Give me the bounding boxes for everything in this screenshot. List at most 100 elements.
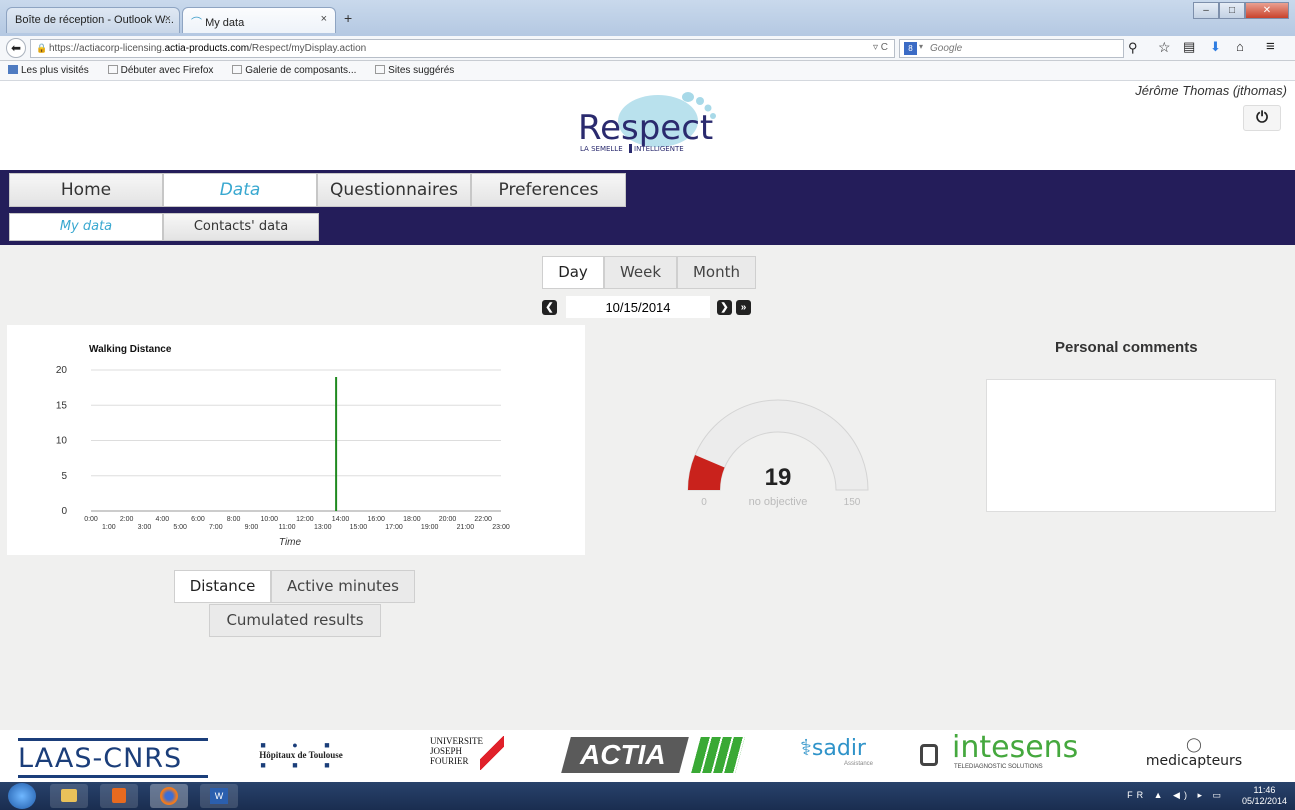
bookmarks-menu-icon[interactable]: ▤ (1183, 39, 1195, 55)
browser-tab-bar: Boîte de réception - Outlook W... × ⌒ My… (0, 0, 1295, 36)
personal-comments-input[interactable] (986, 379, 1276, 512)
sponsors-footer: LAAS-CNRS ■ ● ■ Hôpitaux de Toulouse ■ ■… (0, 730, 1295, 782)
logo-tagline-right: INTELLIGENTE (634, 145, 684, 153)
os-taskbar: W FR ▲ ◀) ▸ ▭ 11:46 05/12/2014 (0, 782, 1295, 810)
cumulated-results-button[interactable]: Cumulated results (209, 604, 381, 637)
period-day-button[interactable]: Day (542, 256, 604, 289)
x-tick-label: 21:00 (457, 524, 475, 531)
y-tick-label: 15 (56, 400, 68, 411)
distance-gauge: 19 no objective 0 150 (687, 399, 869, 508)
x-tick-label: 0:00 (84, 516, 98, 523)
tab-label: Boîte de réception - Outlook W... (15, 14, 174, 26)
x-tick-label: 4:00 (155, 516, 169, 523)
hamburger-menu-icon[interactable]: ≡ (1266, 38, 1275, 55)
bookmark-gallery[interactable]: Galerie de composants... (232, 65, 364, 76)
x-tick-label: 20:00 (439, 516, 457, 523)
page-header: Jérôme Thomas (jthomas) ⏻ Respect LA SEM… (0, 81, 1295, 170)
tab-questionnaires[interactable]: Questionnaires (317, 173, 471, 207)
hopitaux-toulouse-text: Hôpitaux de Toulouse (259, 750, 343, 760)
x-tick-label: 6:00 (191, 516, 205, 523)
x-tick-label: 2:00 (120, 516, 134, 523)
bookmark-most-visited[interactable]: Les plus visités (8, 65, 97, 76)
word-icon[interactable]: W (200, 784, 238, 808)
y-tick-label: 10 (56, 436, 68, 447)
bookmark-getting-started[interactable]: Débuter avec Firefox (107, 65, 222, 76)
gauge-max: 150 (844, 497, 861, 508)
x-tick-label: 13:00 (314, 524, 332, 531)
x-tick-label: 5:00 (173, 524, 187, 531)
hopitaux-toulouse-logo: ■ ● ■ Hôpitaux de Toulouse ■ ■ ■ (246, 740, 356, 770)
home-icon[interactable]: ⌂ (1236, 39, 1244, 54)
chart-title: Walking Distance (89, 344, 172, 355)
page-icon (375, 65, 386, 74)
asadir-logo: ⚕sadir Assistance (800, 736, 874, 767)
start-button-icon[interactable] (8, 783, 36, 809)
close-tab-icon[interactable]: × (165, 13, 171, 25)
browser-tab-my-data[interactable]: ⌒ My data × (182, 7, 336, 33)
ujf-logo: UNIVERSITE JOSEPH FOURIER (430, 736, 510, 770)
walking-distance-chart-panel: Walking Distance 0 5 10 15 20 0:00 2:00 4:00 6:00… (7, 325, 585, 555)
logout-button[interactable]: ⏻ (1243, 105, 1281, 131)
system-tray: FR ▲ ◀) ▸ ▭ (1127, 790, 1225, 800)
tab-home[interactable]: Home (9, 173, 163, 207)
subtab-my-data[interactable]: My data (9, 213, 163, 241)
period-month-button[interactable]: Month (677, 256, 756, 289)
back-arrow-icon[interactable]: ⬅ (6, 38, 26, 58)
active-minutes-button[interactable]: Active minutes (271, 570, 415, 603)
subtab-contacts-data[interactable]: Contacts' data (163, 213, 319, 241)
reload-icon[interactable]: ▿ C (873, 42, 888, 53)
medicapteurs-logo: ◯ medicapteurs (1134, 736, 1254, 769)
previous-day-icon[interactable]: ❮ (542, 300, 557, 315)
logo-text: Respect (578, 108, 713, 148)
clock-time: 11:46 (1253, 785, 1276, 795)
x-tick-label: 22:00 (474, 516, 492, 523)
x-tick-label: 19:00 (421, 524, 439, 531)
tab-label: My data (205, 17, 245, 29)
x-tick-label: 15:00 (350, 524, 368, 531)
minimize-icon[interactable]: – (1193, 2, 1219, 19)
browser-nav-bar: ⬅ 🔒 https://actiacorp-licensing.actia-pr… (0, 36, 1295, 61)
medicapteurs-text: medicapteurs (1145, 753, 1243, 769)
x-tick-label: 8:00 (227, 516, 241, 523)
actia-logo: ACTIA (561, 737, 745, 773)
x-tick-label: 7:00 (209, 524, 223, 531)
bookmark-icon (8, 65, 18, 74)
sadir-subtext: Assistance (844, 761, 874, 767)
tab-data[interactable]: Data (163, 173, 317, 207)
file-explorer-icon[interactable] (50, 784, 88, 808)
x-tick-label: 11:00 (279, 524, 296, 531)
tab-preferences[interactable]: Preferences (471, 173, 626, 207)
bookmark-suggested[interactable]: Sites suggérés (375, 65, 462, 76)
bookmark-label: Sites suggérés (388, 65, 455, 76)
clock[interactable]: 11:46 05/12/2014 (1242, 785, 1287, 807)
bookmark-label: Les plus visités (21, 65, 89, 76)
close-window-icon[interactable]: ✕ (1245, 2, 1289, 19)
period-week-button[interactable]: Week (604, 256, 677, 289)
firefox-icon[interactable] (150, 784, 188, 808)
new-tab-button[interactable]: + (344, 10, 352, 26)
language-indicator[interactable]: FR (1127, 790, 1147, 800)
page-icon (232, 65, 243, 74)
respect-favicon-icon: ⌒ (191, 17, 206, 29)
search-input[interactable]: 8 ▾ Google (899, 39, 1124, 58)
fast-forward-icon[interactable]: » (736, 300, 751, 315)
next-day-icon[interactable]: ❯ (717, 300, 732, 315)
bookmark-star-icon[interactable]: ☆ (1158, 39, 1171, 56)
date-field[interactable] (566, 296, 710, 318)
close-tab-icon[interactable]: × (321, 13, 327, 25)
maximize-icon[interactable]: □ (1219, 2, 1245, 19)
url-prefix: https://actiacorp-licensing. (49, 43, 165, 54)
bookmark-label: Galerie de composants... (245, 65, 357, 76)
download-icon[interactable]: ⬇ (1210, 39, 1221, 55)
walking-distance-chart: Walking Distance 0 5 10 15 20 0:00 2:00 4:00 6:00… (56, 344, 510, 548)
x-tick-label: 16:00 (367, 516, 385, 523)
clock-date: 05/12/2014 (1241, 796, 1287, 806)
y-tick-label: 0 (61, 506, 67, 517)
url-bar[interactable]: 🔒 https://actiacorp-licensing.actia-prod… (30, 39, 895, 58)
search-icon[interactable]: ⚲ (1128, 40, 1138, 56)
browser-tab-outlook[interactable]: Boîte de réception - Outlook W... × (6, 7, 180, 33)
chevron-down-icon[interactable]: ▾ (919, 42, 923, 51)
media-player-icon[interactable] (100, 784, 138, 808)
distance-button[interactable]: Distance (174, 570, 271, 603)
x-tick-label: 12:00 (296, 516, 314, 523)
